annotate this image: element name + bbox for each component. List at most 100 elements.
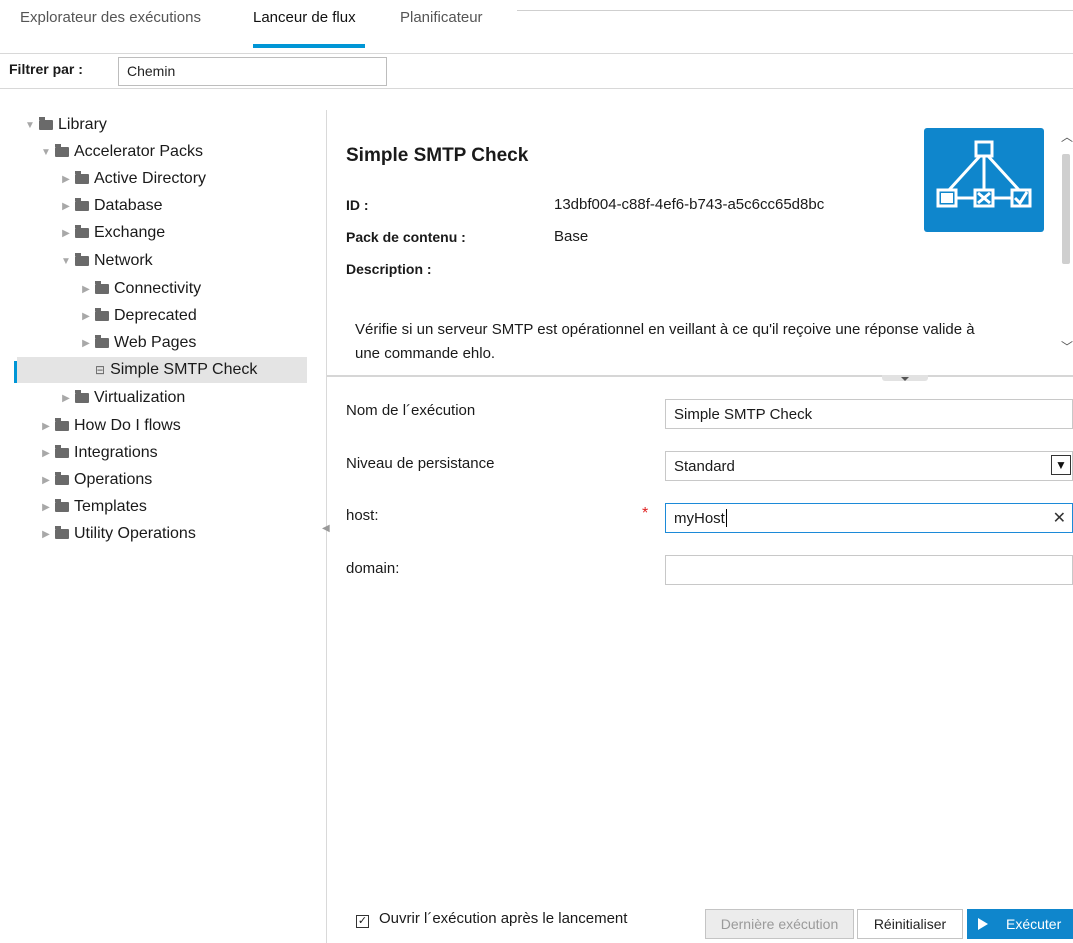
tree-item-virtualization[interactable]: ▶ Virtualization (60, 385, 185, 411)
splitter-handle[interactable] (882, 375, 928, 381)
description-label: Description : (346, 261, 432, 277)
folder-icon (55, 418, 69, 431)
domain-label: domain: (346, 560, 400, 577)
flow-icon: ⊟ (95, 363, 106, 377)
tree-item-templates[interactable]: ▶ Templates (40, 494, 147, 520)
id-value: 13dbf004-c88f-4ef6-b743-a5c6cc65d8bc (554, 196, 825, 213)
collapsed-arrow-icon[interactable]: ▶ (60, 201, 72, 212)
expanded-arrow-icon[interactable]: ▼ (40, 147, 52, 158)
tree-item-label: How Do I flows (74, 417, 181, 434)
tree-item-how-do-i-flows[interactable]: ▶ How Do I flows (40, 413, 181, 439)
text-caret (725, 509, 727, 527)
details-scrollbar[interactable]: ︿ ﹀ (1059, 128, 1073, 358)
tree-item-label: Virtualization (94, 389, 186, 406)
tree-item-active-directory[interactable]: ▶ Active Directory (60, 166, 206, 192)
scroll-thumb[interactable] (1062, 154, 1070, 264)
filter-label: Filtrer par : (9, 61, 83, 77)
tree-item-web-pages[interactable]: ▶ Web Pages (80, 330, 196, 356)
host-label: host: (346, 507, 379, 524)
collapsed-arrow-icon[interactable]: ▶ (40, 475, 52, 486)
tree-item-operations[interactable]: ▶ Operations (40, 467, 152, 493)
expanded-arrow-icon[interactable]: ▼ (24, 120, 36, 131)
folder-icon (75, 253, 89, 266)
folder-icon (55, 526, 69, 539)
tree-item-exchange[interactable]: ▶ Exchange (60, 220, 165, 246)
chevron-up-icon[interactable]: ︿ (1061, 128, 1073, 145)
tree-item-utility-operations[interactable]: ▶ Utility Operations (40, 521, 196, 547)
filter-row: Filtrer par : Chemin (0, 53, 1073, 89)
required-marker: * (642, 505, 649, 522)
tab-execution-explorer[interactable]: Explorateur des exécutions (20, 9, 201, 26)
collapsed-arrow-icon[interactable]: ▶ (60, 228, 72, 239)
run-name-input[interactable]: Simple SMTP Check (665, 399, 1073, 429)
folder-icon (55, 445, 69, 458)
tree-item-label: Web Pages (114, 334, 197, 351)
reset-button[interactable]: Réinitialiser (857, 909, 963, 939)
collapsed-arrow-icon[interactable]: ▶ (40, 502, 52, 513)
tree-item-network[interactable]: ▼ Network (60, 248, 153, 274)
last-run-button[interactable]: Dernière exécution (705, 909, 854, 939)
tree-item-label: Operations (74, 471, 153, 488)
content-pack-value: Base (554, 228, 589, 245)
collapsed-arrow-icon[interactable]: ▶ (80, 338, 92, 349)
tab-flow-launcher[interactable]: Lanceur de flux (253, 9, 356, 26)
tree-item-simple-smtp-check[interactable]: ⊟ Simple SMTP Check (17, 357, 307, 383)
collapsed-arrow-icon[interactable]: ▶ (40, 421, 52, 432)
selection-indicator (14, 361, 17, 383)
tree-item-label: Utility Operations (74, 525, 196, 542)
run-button[interactable]: Exécuter (967, 909, 1073, 939)
host-input[interactable]: myHost ✕ (665, 503, 1073, 533)
collapse-pane-icon[interactable]: ◀ (322, 523, 330, 539)
collapsed-arrow-icon[interactable]: ▶ (80, 284, 92, 295)
folder-icon (55, 499, 69, 512)
tree-item-label: Templates (74, 498, 147, 515)
persistence-select[interactable]: Standard ▼ (665, 451, 1073, 481)
collapsed-arrow-icon[interactable]: ▶ (60, 393, 72, 404)
collapsed-arrow-icon[interactable]: ▶ (60, 174, 72, 185)
domain-input[interactable] (665, 555, 1073, 585)
id-label: ID : (346, 197, 369, 213)
chevron-down-icon[interactable]: ﹀ (1061, 338, 1073, 355)
tree-item-label: Library (58, 116, 107, 133)
folder-icon (95, 308, 109, 321)
persistence-value: Standard (674, 457, 735, 475)
folder-icon (39, 117, 53, 130)
tree-item-label: Deprecated (114, 307, 197, 324)
collapsed-arrow-icon[interactable]: ▶ (40, 529, 52, 540)
host-value: myHost (674, 509, 725, 527)
tabbar-divider (517, 10, 1073, 11)
tree-item-label: Integrations (74, 444, 158, 461)
collapsed-arrow-icon[interactable]: ▶ (80, 311, 92, 322)
folder-icon (55, 472, 69, 485)
tree-item-integrations[interactable]: ▶ Integrations (40, 440, 158, 466)
tree-item-connectivity[interactable]: ▶ Connectivity (80, 276, 201, 302)
tree-item-label: Exchange (94, 224, 166, 241)
run-button-label: Exécuter (1006, 916, 1062, 932)
tree-item-deprecated[interactable]: ▶ Deprecated (80, 303, 197, 329)
tree-item-label: Simple SMTP Check (110, 361, 258, 378)
active-tab-indicator (253, 44, 365, 48)
tab-scheduler[interactable]: Planificateur (400, 9, 483, 26)
chevron-down-icon[interactable]: ▼ (1051, 455, 1071, 475)
open-run-checkbox[interactable]: ✓ (356, 915, 369, 928)
content-pack-label: Pack de contenu : (346, 229, 466, 245)
tree-item-library[interactable]: ▼ Library (24, 112, 107, 138)
tab-bar: Explorateur des exécutions Lanceur de fl… (0, 0, 1073, 50)
tree-item-label: Database (94, 197, 163, 214)
tree-item-database[interactable]: ▶ Database (60, 193, 163, 219)
flow-details: Simple SMTP Check ID : 13dbf004-c88f-4ef… (327, 95, 1073, 378)
folder-icon (95, 335, 109, 348)
close-icon[interactable]: ✕ (1053, 508, 1066, 528)
flow-title: Simple SMTP Check (346, 145, 529, 166)
details-divider (327, 375, 1073, 377)
persistence-label: Niveau de persistance (346, 455, 495, 472)
filter-input[interactable]: Chemin (118, 57, 387, 86)
folder-icon (75, 198, 89, 211)
collapsed-arrow-icon[interactable]: ▶ (40, 448, 52, 459)
run-name-label: Nom de l´exécution (346, 402, 476, 419)
open-run-label: Ouvrir l´exécution après le lancement (379, 910, 628, 927)
tree-item-accelerator-packs[interactable]: ▼ Accelerator Packs (40, 139, 203, 165)
tree-item-label: Network (94, 252, 153, 269)
folder-icon (75, 390, 89, 403)
expanded-arrow-icon[interactable]: ▼ (60, 256, 72, 267)
